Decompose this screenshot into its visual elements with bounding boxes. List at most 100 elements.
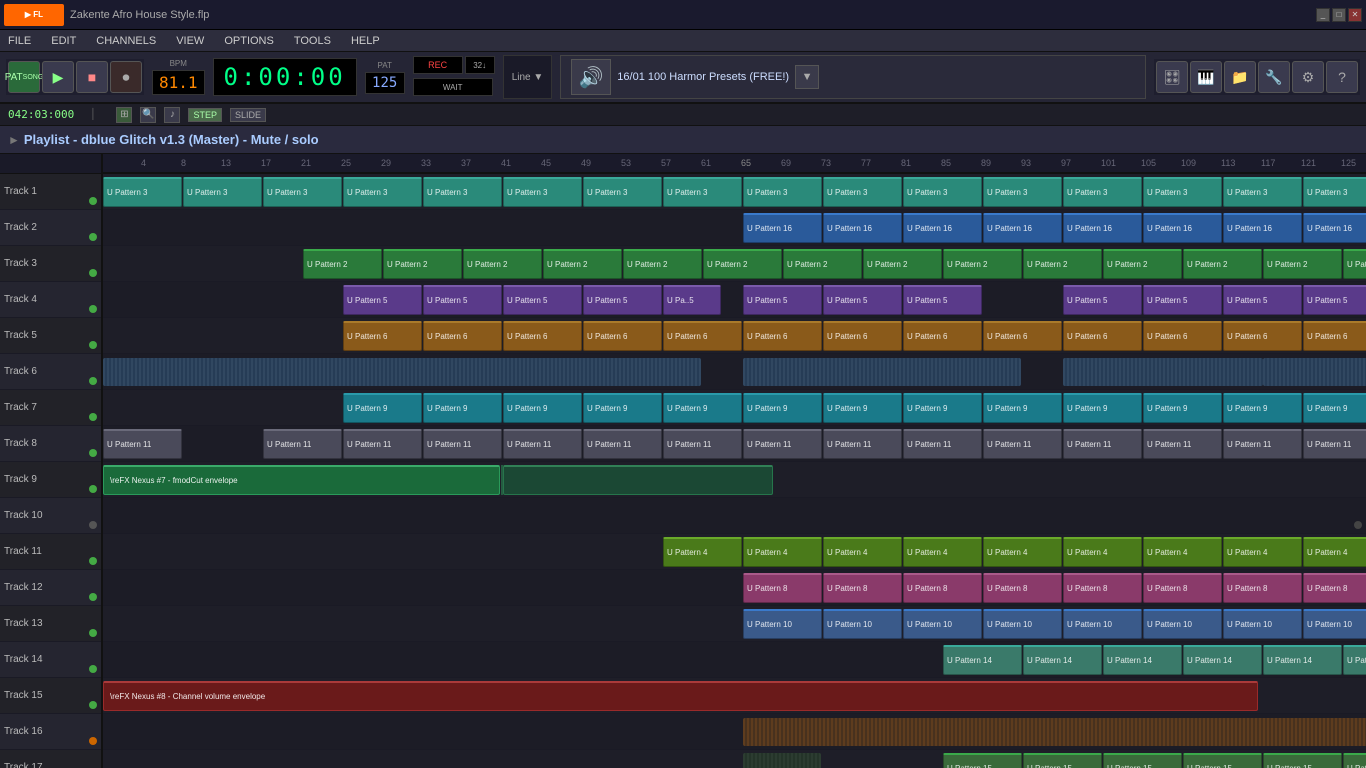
- pattern-block[interactable]: U Pattern 4: [1223, 537, 1302, 567]
- pattern-block[interactable]: U Pattern 5: [583, 285, 662, 315]
- pattern-block[interactable]: U Pattern 11: [1303, 429, 1366, 459]
- pattern-number[interactable]: 125: [365, 72, 405, 94]
- pattern-block[interactable]: U Pattern 9: [663, 393, 742, 423]
- track-control-10[interactable]: Track 10: [0, 498, 101, 534]
- pattern-block[interactable]: U Pattern 14: [1023, 645, 1102, 675]
- pattern-block[interactable]: U Pattern 16: [743, 213, 822, 243]
- pattern-block[interactable]: U Pattern 16: [1303, 213, 1366, 243]
- track-control-15[interactable]: Track 15: [0, 678, 101, 714]
- track-control-8[interactable]: Track 8: [0, 426, 101, 462]
- pattern-block[interactable]: U Pattern 11: [103, 429, 182, 459]
- mixer-icon[interactable]: 🎛: [1156, 61, 1188, 93]
- track-control-14[interactable]: Track 14: [0, 642, 101, 678]
- browser-icon[interactable]: 📁: [1224, 61, 1256, 93]
- pattern-block[interactable]: U Pattern 10: [903, 609, 982, 639]
- pattern-block[interactable]: U Pattern 4: [823, 537, 902, 567]
- pattern-block[interactable]: U Pattern 4: [1143, 537, 1222, 567]
- track-3-dot[interactable]: [89, 269, 97, 277]
- menu-view[interactable]: VIEW: [172, 33, 208, 49]
- piano-roll-icon[interactable]: 🎹: [1190, 61, 1222, 93]
- pattern-block[interactable]: U Pattern 3: [1063, 177, 1142, 207]
- track-13-dot[interactable]: [89, 629, 97, 637]
- pattern-block[interactable]: U Pattern 3: [183, 177, 262, 207]
- pattern-block[interactable]: U Pattern 3: [1223, 177, 1302, 207]
- pattern-block[interactable]: U Pattern 3: [1143, 177, 1222, 207]
- pattern-block[interactable]: U Pattern 2: [303, 249, 382, 279]
- pattern-block[interactable]: U Pattern 4: [1063, 537, 1142, 567]
- pattern-block[interactable]: U Pattern 16: [983, 213, 1062, 243]
- pattern-block[interactable]: U Pattern 5: [1143, 285, 1222, 315]
- help-icon[interactable]: ?: [1326, 61, 1358, 93]
- pattern-block[interactable]: U Pattern 11: [343, 429, 422, 459]
- pattern-block[interactable]: U Pattern 6: [1223, 321, 1302, 351]
- envelope-pattern-9b[interactable]: [503, 465, 773, 495]
- track-9-dot[interactable]: [89, 485, 97, 493]
- pattern-block[interactable]: U Pattern 14: [1103, 645, 1182, 675]
- pattern-block[interactable]: U Pattern 16: [1063, 213, 1142, 243]
- mini-pattern-6d[interactable]: [1263, 358, 1366, 386]
- slide-button[interactable]: SLIDE: [230, 108, 266, 122]
- track-6-dot[interactable]: [89, 377, 97, 385]
- close-button[interactable]: ✕: [1348, 8, 1362, 22]
- pattern-block[interactable]: U Pattern 2: [1023, 249, 1102, 279]
- pattern-block[interactable]: U Pattern 10: [1063, 609, 1142, 639]
- pattern-block[interactable]: U Pattern 9: [983, 393, 1062, 423]
- pattern-block[interactable]: U Pattern 11: [983, 429, 1062, 459]
- track-control-6[interactable]: Track 6: [0, 354, 101, 390]
- settings-icon[interactable]: ⚙: [1292, 61, 1324, 93]
- pattern-block[interactable]: U Pattern 3: [583, 177, 662, 207]
- pattern-block[interactable]: U Pa..5: [663, 285, 721, 315]
- pattern-block[interactable]: U Pattern 6: [1303, 321, 1366, 351]
- pattern-block[interactable]: U Pattern 11: [663, 429, 742, 459]
- pattern-block[interactable]: U Pattern 4: [663, 537, 742, 567]
- pattern-block[interactable]: U Pattern 16: [1223, 213, 1302, 243]
- pattern-block[interactable]: U Pattern 2: [783, 249, 862, 279]
- pattern-block[interactable]: U Pattern 9: [823, 393, 902, 423]
- step-button[interactable]: STEP: [188, 108, 222, 122]
- pattern-block[interactable]: U Pattern 6: [1143, 321, 1222, 351]
- pattern-block[interactable]: U Pattern 11: [503, 429, 582, 459]
- pattern-block[interactable]: U Pattern 9: [423, 393, 502, 423]
- pattern-block[interactable]: U Pattern 6: [423, 321, 502, 351]
- pattern-block[interactable]: U Pattern 5: [423, 285, 502, 315]
- mini-pattern-6b[interactable]: [743, 358, 1021, 386]
- pattern-block[interactable]: U Pattern 10: [1303, 609, 1366, 639]
- pattern-block[interactable]: U Pattern 4: [983, 537, 1062, 567]
- pattern-block[interactable]: U Pattern 6: [503, 321, 582, 351]
- pattern-block[interactable]: U Pattern 10: [823, 609, 902, 639]
- pattern-block[interactable]: U Pattern 2: [1103, 249, 1182, 279]
- pattern-block[interactable]: U Pattern 2: [543, 249, 622, 279]
- pattern-block[interactable]: U Pattern 16: [903, 213, 982, 243]
- track-control-4[interactable]: Track 4: [0, 282, 101, 318]
- track-7-dot[interactable]: [89, 413, 97, 421]
- pattern-block[interactable]: U Pattern 3: [983, 177, 1062, 207]
- pattern-block[interactable]: U Pattern 15: [1103, 753, 1182, 768]
- plugin-icon[interactable]: 🔧: [1258, 61, 1290, 93]
- mini-pattern-16[interactable]: [743, 718, 1366, 746]
- pattern-block[interactable]: U Pattern 14: [1183, 645, 1262, 675]
- pattern-block[interactable]: U Pattern 15: [1023, 753, 1102, 768]
- pattern-block[interactable]: U Pattern 5: [343, 285, 422, 315]
- menu-channels[interactable]: CHANNELS: [92, 33, 160, 49]
- pattern-block[interactable]: U Pattern 14: [1263, 645, 1342, 675]
- track-2-dot[interactable]: [89, 233, 97, 241]
- pattern-block[interactable]: U Pattern 4: [743, 537, 822, 567]
- pattern-block[interactable]: U Pattern 11: [1223, 429, 1302, 459]
- envelope-pattern-15[interactable]: \reFX Nexus #8 - Channel volume envelope: [103, 681, 1258, 711]
- menu-options[interactable]: OPTIONS: [220, 33, 278, 49]
- pattern-block[interactable]: U Pattern 3: [743, 177, 822, 207]
- pattern-block[interactable]: U Pattern 8: [1143, 573, 1222, 603]
- pattern-block[interactable]: U Pattern 5: [1223, 285, 1302, 315]
- pattern-block[interactable]: U Pattern 11: [1143, 429, 1222, 459]
- track-15-dot[interactable]: [89, 701, 97, 709]
- track-control-2[interactable]: Track 2: [0, 210, 101, 246]
- pattern-block[interactable]: U Pattern 9: [343, 393, 422, 423]
- pattern-block[interactable]: U Pattern 14: [1343, 645, 1366, 675]
- pattern-block[interactable]: U Pattern 3: [1303, 177, 1366, 207]
- pattern-block[interactable]: U Pattern 15: [1343, 753, 1366, 768]
- track-control-11[interactable]: Track 11: [0, 534, 101, 570]
- track-4-dot[interactable]: [89, 305, 97, 313]
- pattern-block[interactable]: U Pattern 16: [1143, 213, 1222, 243]
- pattern-block[interactable]: U Pattern 8: [1223, 573, 1302, 603]
- record-button[interactable]: ⏺: [110, 61, 142, 93]
